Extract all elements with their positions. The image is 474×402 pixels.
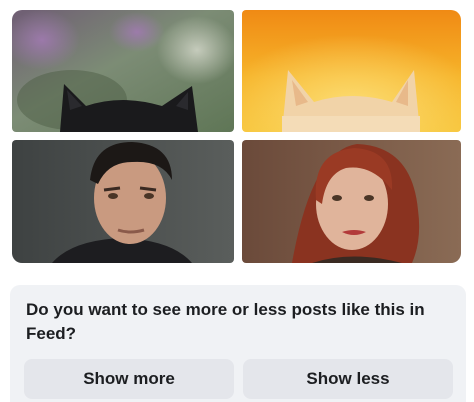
orange-cat-ears-image [242, 10, 461, 132]
woman-portrait-image [242, 140, 461, 263]
show-less-button[interactable]: Show less [243, 359, 453, 399]
man-portrait[interactable] [12, 140, 234, 263]
feed-post: Do you want to see more or less posts li… [0, 0, 474, 402]
orange-cat-image[interactable] [242, 10, 461, 132]
black-cat-image[interactable] [12, 10, 234, 132]
feedback-card: Do you want to see more or less posts li… [10, 285, 466, 402]
image-grid[interactable] [12, 10, 461, 263]
woman-portrait[interactable] [242, 140, 461, 263]
man-portrait-image [12, 140, 234, 263]
show-more-button[interactable]: Show more [24, 359, 234, 399]
feedback-question: Do you want to see more or less posts li… [26, 300, 425, 343]
black-cat-ears-image [12, 10, 234, 132]
